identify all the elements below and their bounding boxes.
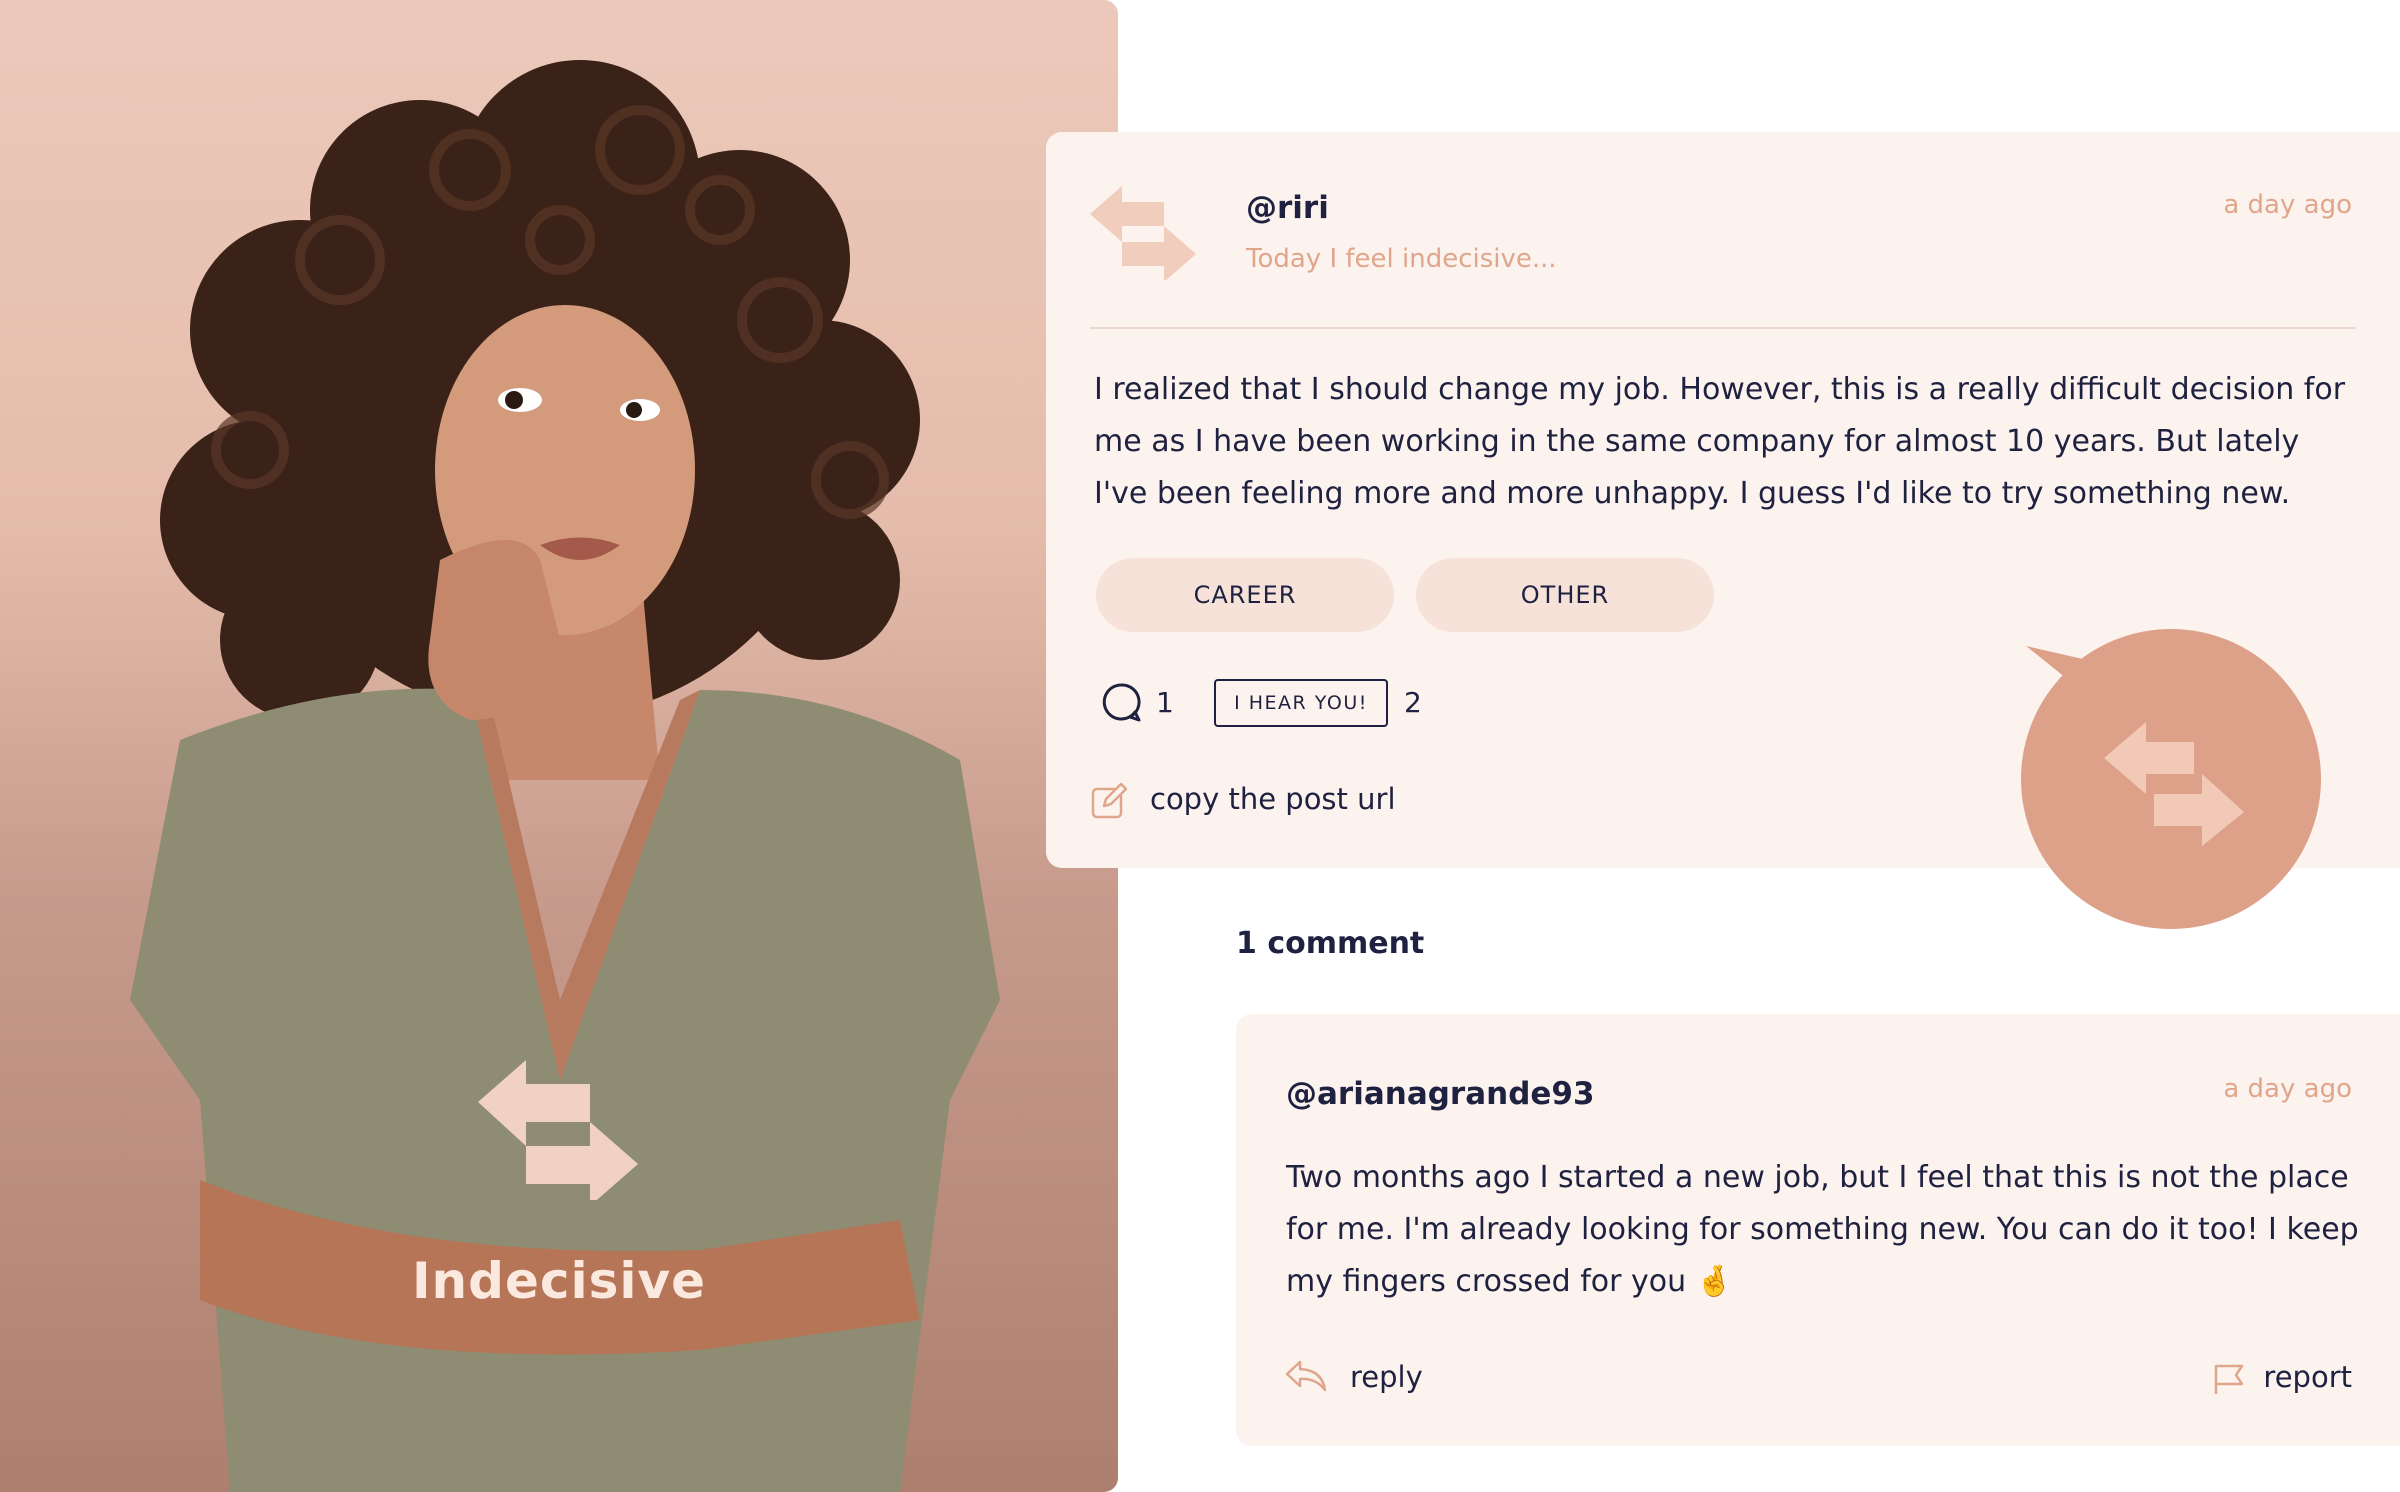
comment-timestamp: a day ago (2223, 1074, 2352, 1104)
reply-button[interactable]: reply (1350, 1360, 1423, 1394)
arrows-exchange-icon (478, 1060, 638, 1200)
report-button[interactable]: report (2263, 1360, 2352, 1394)
i-hear-you-button[interactable]: I HEAR YOU! (1214, 679, 1388, 727)
hear-count: 2 (1404, 686, 1422, 719)
hero-photo-panel: Indecisive (0, 0, 1118, 1492)
flag-icon[interactable] (2212, 1362, 2246, 1396)
post-body: I realized that I should change my job. … (1094, 372, 2346, 511)
edit-link-icon[interactable] (1090, 780, 1130, 820)
post-mood-subtitle: Today I feel indecisive... (1246, 244, 1557, 274)
post-timestamp: a day ago (2223, 190, 2352, 220)
comment-count: 1 (1156, 686, 1174, 719)
reply-icon[interactable] (1284, 1358, 1328, 1394)
comment-username[interactable]: @arianagrande93 (1286, 1076, 1595, 1112)
mood-label: Indecisive (411, 1252, 707, 1310)
tag-career[interactable]: CAREER (1096, 558, 1394, 632)
divider (1090, 327, 2356, 329)
comment-icon[interactable] (1100, 682, 1142, 724)
post-username[interactable]: @riri (1246, 190, 1329, 226)
comments-heading: 1 comment (1236, 926, 1425, 961)
comment-body: Two months ago I started a new job, but … (1286, 1160, 2359, 1299)
speech-bubble-icon (2021, 629, 2321, 929)
arrows-exchange-icon (1090, 186, 1196, 280)
copy-post-url-link[interactable]: copy the post url (1150, 782, 1396, 816)
tag-other[interactable]: OTHER (1416, 558, 1714, 632)
